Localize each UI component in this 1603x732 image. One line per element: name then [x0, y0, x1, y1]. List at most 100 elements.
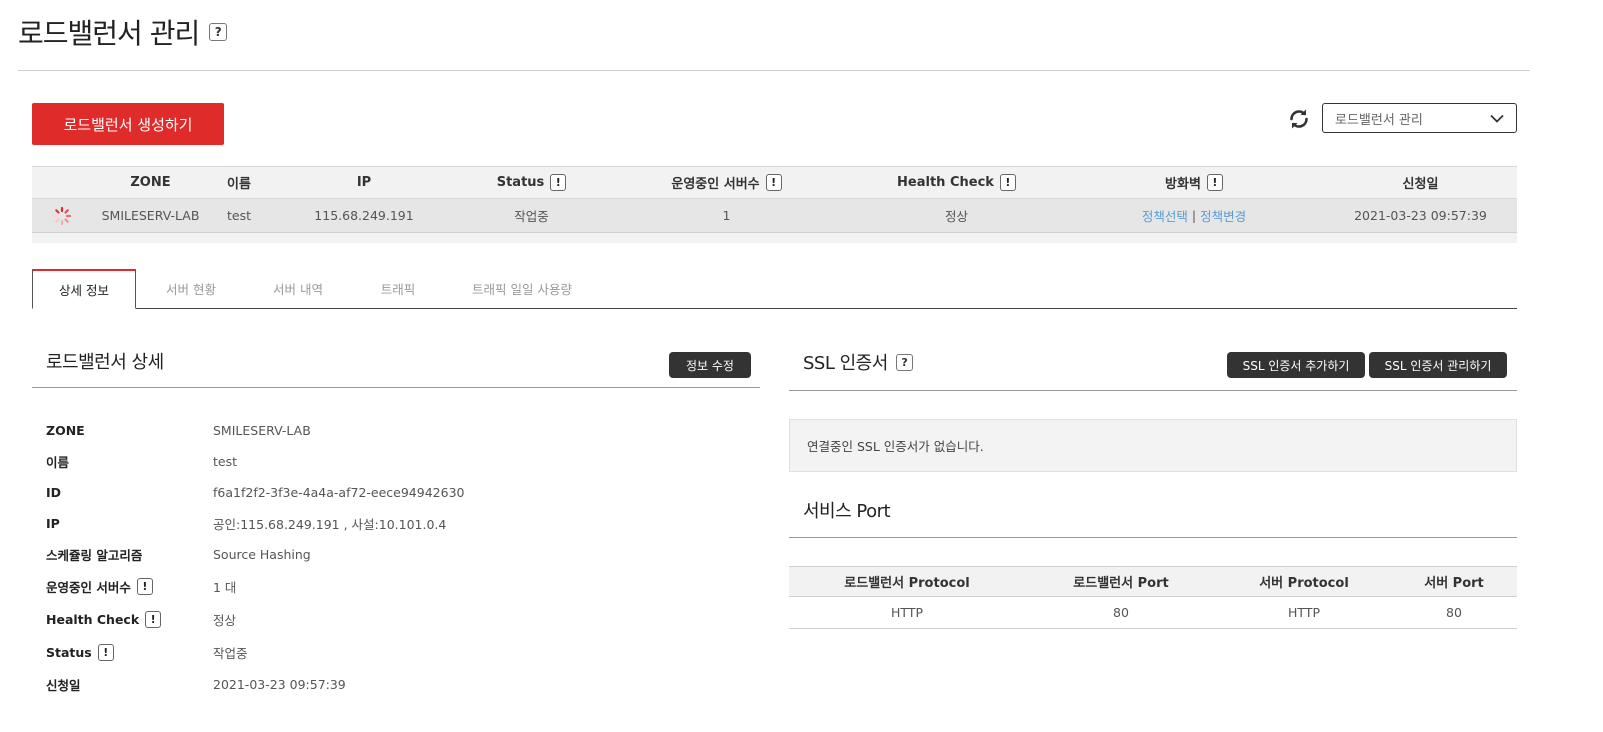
port-table: 로드밸런서 Protocol 로드밸런서 Port 서버 Protocol 서버… [789, 566, 1517, 629]
detail-tabs: 상세 정보 서버 현황 서버 내역 트래픽 트래픽 일일 사용량 [32, 269, 1517, 309]
detail-row-id: ID f6a1f2f2-3f3e-4a4a-af72-eece94942630 [46, 477, 746, 508]
title-divider [18, 70, 1530, 71]
header-status-label: Status [496, 175, 545, 190]
link-separator: | [1191, 208, 1197, 223]
header-health-check: Health Check ! [849, 174, 1064, 191]
detail-divider [32, 387, 760, 388]
firewall-info-icon[interactable]: ! [1206, 174, 1223, 191]
header-zone: ZONE [130, 175, 171, 190]
ssl-help-icon[interactable]: ? [895, 353, 913, 371]
detail-label: 운영중인 서버수 [46, 580, 131, 595]
cell-server-port: 80 [1446, 605, 1462, 620]
header-lb-protocol: 로드밸런서 Protocol [844, 576, 970, 591]
help-icon[interactable]: ? [209, 23, 228, 41]
detail-row-ip: IP 공인:115.68.249.191 , 사설:10.101.0.4 [46, 508, 746, 539]
header-server-protocol: 서버 Protocol [1259, 576, 1349, 591]
header-server-port: 서버 Port [1424, 576, 1484, 591]
refresh-icon[interactable] [1287, 107, 1311, 131]
detail-title: 로드밸런서 상세 [46, 352, 164, 373]
detail-value: 2021-03-23 09:57:39 [213, 677, 346, 692]
header-server-count: 운영중인 서버수 ! [604, 173, 849, 192]
detail-value: test [213, 454, 238, 469]
tab-detail-info[interactable]: 상세 정보 [32, 269, 136, 309]
detail-label-with-icon: Health Check ! [46, 611, 213, 628]
tab-traffic[interactable]: 트래픽 [350, 269, 446, 308]
detail-section-title: 로드밸런서 상세 [46, 348, 164, 374]
detail-row-zone: ZONE SMILESERV-LAB [46, 415, 746, 446]
header-lb-port: 로드밸런서 Port [1073, 576, 1169, 591]
ssl-empty-text: 연결중인 SSL 인증서가 없습니다. [807, 439, 984, 454]
header-status: Status ! [459, 174, 604, 191]
header-health-label: Health Check [897, 175, 994, 190]
ssl-empty-message: 연결중인 SSL 인증서가 없습니다. [789, 419, 1517, 472]
server-count-info-icon[interactable]: ! [136, 578, 153, 595]
detail-label: ID [46, 485, 62, 500]
tab-server-history[interactable]: 서버 내역 [246, 269, 350, 308]
status-info-icon[interactable]: ! [550, 174, 567, 191]
loadbalancer-table: ZONE 이름 IP Status ! 운영중인 서버수 ! Health Ch… [32, 166, 1517, 243]
health-info-icon[interactable]: ! [999, 174, 1016, 191]
chevron-down-icon [1490, 114, 1504, 123]
detail-label: IP [46, 516, 60, 531]
detail-value: 작업중 [213, 646, 248, 661]
ssl-section-title: SSL 인증서 ? [803, 349, 913, 375]
detail-row-status: Status ! 작업중 [46, 636, 746, 669]
table-row[interactable]: SMILESERV-LAB test 115.68.249.191 작업중 1 … [32, 199, 1517, 233]
loading-spinner-icon [32, 206, 92, 226]
table-row: HTTP 80 HTTP 80 [789, 597, 1517, 629]
port-table-header: 로드밸런서 Protocol 로드밸런서 Port 서버 Protocol 서버… [789, 566, 1517, 597]
detail-row-server-count: 운영중인 서버수 ! 1 대 [46, 570, 746, 603]
header-name: 이름 [227, 177, 251, 192]
header-firewall: 방화벽 ! [1064, 173, 1324, 192]
create-loadbalancer-button[interactable]: 로드밸런서 생성하기 [32, 103, 224, 145]
server-count-info-icon[interactable]: ! [765, 174, 782, 191]
add-ssl-button[interactable]: SSL 인증서 추가하기 [1227, 352, 1365, 378]
cell-server-protocol: HTTP [1288, 605, 1320, 620]
cell-lb-protocol: HTTP [891, 605, 923, 620]
cell-firewall: 정책선택 | 정책변경 [1064, 206, 1324, 225]
detail-value: 공인:115.68.249.191 , 사설:10.101.0.4 [213, 517, 447, 532]
detail-label: Health Check [46, 612, 140, 627]
policy-change-link[interactable]: 정책변경 [1200, 206, 1246, 225]
detail-value: SMILESERV-LAB [213, 423, 311, 438]
edit-info-button[interactable]: 정보 수정 [669, 352, 751, 378]
header-firewall-label: 방화벽 [1165, 177, 1201, 192]
manage-ssl-button[interactable]: SSL 인증서 관리하기 [1369, 352, 1507, 378]
page-title: 로드밸런서 관리 [18, 17, 200, 50]
header-date: 신청일 [1402, 177, 1439, 192]
ssl-divider [789, 390, 1517, 391]
detail-label: 스케쥴링 알고리즘 [46, 548, 143, 563]
detail-value: Source Hashing [213, 547, 311, 562]
port-section-title: 서비스 Port [803, 497, 891, 523]
table-footer [32, 233, 1517, 243]
cell-name: test [226, 208, 251, 223]
detail-value: f6a1f2f2-3f3e-4a4a-af72-eece94942630 [213, 485, 465, 500]
detail-row-health: Health Check ! 정상 [46, 603, 746, 636]
detail-label: ZONE [46, 423, 85, 438]
detail-value: 1 대 [213, 580, 237, 595]
cell-health: 정상 [944, 209, 968, 224]
detail-label: 신청일 [46, 678, 81, 693]
detail-label: Status [46, 645, 92, 660]
menu-select[interactable]: 로드밸런서 관리 [1322, 103, 1517, 133]
detail-label: 이름 [46, 455, 70, 470]
menu-select-value: 로드밸런서 관리 [1335, 112, 1423, 128]
cell-date: 2021-03-23 09:57:39 [1354, 208, 1487, 223]
detail-row-name: 이름 test [46, 446, 746, 477]
tab-daily-traffic[interactable]: 트래픽 일일 사용량 [446, 269, 598, 308]
cell-server-count: 1 [722, 208, 731, 223]
detail-value: 정상 [213, 613, 237, 628]
status-info-icon[interactable]: ! [97, 644, 114, 661]
detail-row-algorithm: 스케쥴링 알고리즘 Source Hashing [46, 539, 746, 570]
tab-server-status[interactable]: 서버 현황 [136, 269, 246, 308]
health-info-icon[interactable]: ! [145, 611, 162, 628]
ssl-title: SSL 인증서 [803, 353, 888, 374]
cell-lb-port: 80 [1113, 605, 1129, 620]
detail-list: ZONE SMILESERV-LAB 이름 test ID f6a1f2f2-3… [46, 415, 746, 700]
page-header: 로드밸런서 관리 ? [18, 12, 228, 52]
header-server-count-label: 운영중인 서버수 [671, 177, 760, 192]
cell-status: 작업중 [514, 209, 549, 224]
detail-row-date: 신청일 2021-03-23 09:57:39 [46, 669, 746, 700]
cell-ip: 115.68.249.191 [314, 208, 414, 223]
policy-select-link[interactable]: 정책선택 [1142, 206, 1188, 225]
